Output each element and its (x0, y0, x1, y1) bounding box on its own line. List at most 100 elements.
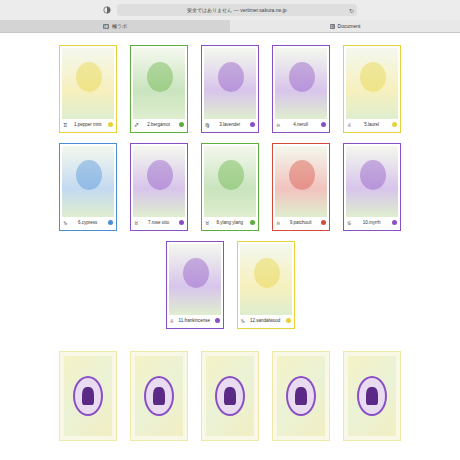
card-name: 11.frankincense (176, 318, 213, 323)
oil-card[interactable]: ♌5.laurel (343, 45, 401, 133)
card-illustration (133, 48, 185, 119)
card-back[interactable] (59, 351, 117, 441)
element-icon (321, 220, 326, 225)
element-icon (286, 318, 291, 323)
oil-card[interactable]: ♉7.rose otto (130, 143, 188, 231)
zodiac-sign: ♉ (205, 220, 209, 226)
card-illustration (240, 244, 292, 315)
zodiac-sign: ♎ (276, 220, 280, 226)
card-back[interactable] (343, 351, 401, 441)
card-illustration (204, 48, 256, 119)
zodiac-sign: ♉ (134, 220, 138, 226)
oil-card[interactable]: ♉8.ylang ylang (201, 143, 259, 231)
reload-icon[interactable]: ↻ (349, 7, 354, 14)
tab-favicon-icon: 極 (103, 24, 109, 29)
element-icon (215, 318, 220, 323)
zodiac-sign: ♎ (276, 122, 280, 128)
card-back-emblem-icon (73, 376, 103, 416)
card-name: 8.ylang ylang (211, 220, 248, 225)
card-label: ♍3.lavender (204, 119, 256, 130)
oil-card[interactable]: ♊1.pepper mint (59, 45, 117, 133)
card-row: ♌11.frankincense ♑12.sandalwood (59, 241, 401, 329)
card-illustration (62, 146, 114, 217)
card-backs-row (59, 351, 401, 441)
card-name: 4.neroli (282, 122, 319, 127)
zodiac-sign: ♋ (347, 220, 351, 226)
card-back-emblem-icon (215, 376, 245, 416)
zodiac-sign: ♊ (63, 122, 67, 128)
zodiac-sign: ♐ (134, 122, 138, 128)
card-name: 6.cypress (69, 220, 106, 225)
address-text: 安全ではありません — vertimer.sakura.ne.jp (187, 7, 286, 13)
element-icon (250, 122, 255, 127)
element-icon (108, 122, 113, 127)
card-illustration (346, 146, 398, 217)
card-label: ♌5.laurel (346, 119, 398, 130)
card-label: ♊1.pepper mint (62, 119, 114, 130)
card-illustration (275, 48, 327, 119)
card-name: 9.patchouli (282, 220, 319, 225)
card-illustration (133, 146, 185, 217)
element-icon (179, 220, 184, 225)
oil-card[interactable]: ♎4.neroli (272, 45, 330, 133)
card-label: ♉8.ylang ylang (204, 217, 256, 228)
address-bar[interactable]: 安全ではありません — vertimer.sakura.ne.jp ↻ (117, 4, 357, 16)
card-back-emblem-icon (286, 376, 316, 416)
card-label: ♉7.rose otto (133, 217, 185, 228)
oil-card[interactable]: ♐2.bergamot (130, 45, 188, 133)
element-icon (321, 122, 326, 127)
card-label: ♑6.cypress (62, 217, 114, 228)
card-illustration (346, 48, 398, 119)
oil-card[interactable]: ♋10.myrrh (343, 143, 401, 231)
oil-card[interactable]: ♍3.lavender (201, 45, 259, 133)
card-illustration (169, 244, 221, 315)
card-back-emblem-icon (357, 376, 387, 416)
card-name: 10.myrrh (353, 220, 390, 225)
card-name: 12.sandalwood (247, 318, 284, 323)
zodiac-sign: ♍ (205, 122, 209, 128)
zodiac-sign: ♌ (170, 318, 174, 324)
tab[interactable]: DDocument (230, 20, 460, 32)
element-icon (392, 122, 397, 127)
card-label: ♑12.sandalwood (240, 315, 292, 326)
card-back-emblem-icon (144, 376, 174, 416)
zodiac-sign: ♌ (347, 122, 351, 128)
tab-favicon-icon: D (330, 24, 335, 29)
oil-card[interactable]: ♑6.cypress (59, 143, 117, 231)
element-icon (108, 220, 113, 225)
card-name: 2.bergamot (140, 122, 177, 127)
card-label: ♐2.bergamot (133, 119, 185, 130)
card-label: ♌11.frankincense (169, 315, 221, 326)
browser-window: 安全ではありません — vertimer.sakura.ne.jp↻極極ラボDD… (0, 0, 460, 460)
element-icon (179, 122, 184, 127)
oil-card[interactable]: ♑12.sandalwood (237, 241, 295, 329)
card-back[interactable] (130, 351, 188, 441)
card-name: 5.laurel (353, 122, 390, 127)
tab-label: 極ラボ (112, 23, 127, 29)
zodiac-sign: ♑ (63, 220, 67, 226)
oil-card[interactable]: ♎9.patchouli (272, 143, 330, 231)
card-back[interactable] (272, 351, 330, 441)
privacy-shield-icon[interactable] (103, 6, 111, 14)
element-icon (392, 220, 397, 225)
card-back[interactable] (201, 351, 259, 441)
card-name: 1.pepper mint (69, 122, 106, 127)
oil-card[interactable]: ♌11.frankincense (166, 241, 224, 329)
card-row: ♑6.cypress♉7.rose otto♉8.ylang ylang♎9.p… (59, 143, 401, 231)
card-illustration (62, 48, 114, 119)
card-illustration (275, 146, 327, 217)
card-name: 3.lavender (211, 122, 248, 127)
card-row: ♊1.pepper mint ♐2.bergamot ♍3.lavender ♎4.n… (59, 45, 401, 133)
tab[interactable]: 極極ラボ (0, 20, 230, 32)
card-label: ♎4.neroli (275, 119, 327, 130)
card-label: ♋10.myrrh (346, 217, 398, 228)
card-illustration (204, 146, 256, 217)
toolbar: 安全ではありません — vertimer.sakura.ne.jp ↻ (0, 0, 460, 20)
card-spread: ♊1.pepper mint♐2.bergamot♍3.lavender♎4.n… (0, 33, 460, 441)
tab-bar: 極極ラボDDocument (0, 20, 460, 33)
card-name: 7.rose otto (140, 220, 177, 225)
zodiac-sign: ♑ (241, 318, 245, 324)
tab-label: Document (338, 23, 361, 29)
card-label: ♎9.patchouli (275, 217, 327, 228)
element-icon (250, 220, 255, 225)
